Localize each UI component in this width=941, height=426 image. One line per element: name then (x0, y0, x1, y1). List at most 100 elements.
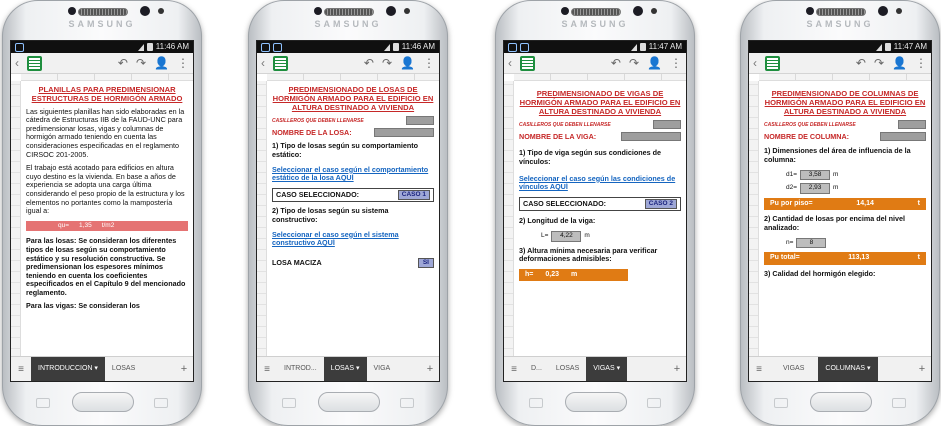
row-header[interactable] (749, 81, 759, 381)
redo-icon[interactable]: ↷ (136, 56, 146, 70)
n-field[interactable]: n= 8 (786, 237, 926, 249)
name-row[interactable]: NOMBRE DE COLUMNA: (764, 132, 926, 142)
row-header[interactable] (257, 81, 267, 381)
column-header[interactable] (759, 74, 931, 81)
name-input[interactable] (880, 132, 926, 142)
question-3[interactable]: 3) Calidad del hormigón elegido: (764, 269, 926, 279)
tab-losas[interactable]: LOSAS (549, 357, 586, 381)
load-row[interactable]: qu= 1,35 t/m2 (26, 220, 188, 232)
intro-paragraph[interactable]: El trabajo está acotado para edificios e… (26, 163, 188, 216)
d1-field[interactable]: d1= 3,58 m (786, 169, 926, 181)
select-case-link[interactable]: Seleccionar el caso según el comportamie… (272, 165, 434, 183)
more-vert-icon[interactable]: ⋮ (915, 56, 927, 70)
add-person-icon[interactable]: 👤 (400, 56, 415, 70)
more-vert-icon[interactable]: ⋮ (177, 56, 189, 70)
sheets-icon[interactable] (520, 55, 535, 71)
undo-icon[interactable]: ↶ (611, 56, 621, 70)
back-key-icon[interactable] (400, 398, 414, 408)
name-input[interactable] (621, 132, 681, 142)
length-value[interactable]: 4,22 (551, 230, 582, 242)
n-value[interactable]: 8 (796, 237, 827, 249)
sheet-list-icon[interactable]: ≡ (504, 364, 524, 375)
home-button[interactable] (565, 392, 627, 412)
d2-value[interactable]: 2,93 (800, 183, 831, 194)
spreadsheet-grid[interactable]: PLANILLAS PARA PREDIMENSIONAR ESTRUCTURA… (11, 81, 193, 381)
height-result[interactable]: h= 0,23 m (519, 268, 629, 282)
menu-key-icon[interactable] (774, 398, 788, 408)
add-person-icon[interactable]: 👤 (154, 56, 169, 70)
column-header[interactable] (267, 74, 439, 81)
tab-vigas[interactable]: VIGAS ▾ (586, 357, 628, 381)
question-1[interactable]: 1) Tipo de losas según su comportamiento… (272, 142, 434, 159)
spreadsheet-grid[interactable]: PREDIMENSIONADO DE LOSAS DE HORMIGÓN ARM… (257, 81, 439, 381)
tab-vigas[interactable]: VIGAS (769, 357, 818, 381)
pu-total-result[interactable]: Pu total= 113,13 t (764, 252, 926, 265)
tab-losas[interactable]: LOSAS (105, 357, 142, 381)
sheet-list-icon[interactable]: ≡ (11, 364, 31, 375)
more-vert-icon[interactable]: ⋮ (423, 56, 435, 70)
home-button[interactable] (810, 392, 872, 412)
add-person-icon[interactable]: 👤 (647, 56, 662, 70)
back-key-icon[interactable] (647, 398, 661, 408)
select-system-link[interactable]: Seleccionar el caso según el sistema con… (272, 230, 434, 248)
redo-icon[interactable]: ↷ (874, 56, 884, 70)
fill-note-row[interactable]: CASILLEROS QUE DEBEN LLENARSE (519, 120, 681, 130)
sheet-list-icon[interactable]: ≡ (749, 364, 769, 375)
question-2[interactable]: 2) Tipo de losas según su sistema constr… (272, 207, 434, 224)
question-2[interactable]: 2) Longitud de la viga: (519, 217, 681, 226)
name-row[interactable]: NOMBRE DE LA LOSA: (272, 128, 434, 138)
menu-key-icon[interactable] (36, 398, 50, 408)
tab-vigas[interactable]: VIGA (367, 357, 398, 381)
column-header[interactable] (21, 74, 193, 81)
back-key-icon[interactable] (892, 398, 906, 408)
spreadsheet-grid[interactable]: PREDIMENSIONADO DE COLUMNAS DE HORMIGÓN … (749, 81, 931, 381)
column-header[interactable] (514, 74, 686, 81)
undo-icon[interactable]: ↶ (364, 56, 374, 70)
d1-value[interactable]: 3,58 (800, 169, 831, 181)
d2-field[interactable]: d2= 2,93 m (786, 183, 926, 194)
back-chevron-icon[interactable]: ‹ (261, 56, 265, 70)
more-vert-icon[interactable]: ⋮ (670, 56, 682, 70)
row-header[interactable] (504, 81, 514, 381)
add-person-icon[interactable]: 👤 (892, 56, 907, 70)
add-sheet-icon[interactable]: + (913, 363, 931, 375)
tab-columnas[interactable]: COLUMNAS ▾ (818, 357, 878, 381)
tab-introduccion[interactable]: D... (524, 357, 549, 381)
fill-note-row[interactable]: CASILLEROS QUE DEBEN LLENARSE (764, 120, 926, 130)
name-input[interactable] (374, 128, 434, 138)
selected-case-row[interactable]: CASO SELECCIONADO: CASO 2 (519, 196, 681, 212)
row-header[interactable] (11, 81, 21, 381)
selected-case-row[interactable]: CASO SELECCIONADO: CASO 1 (272, 187, 434, 203)
add-sheet-icon[interactable]: + (668, 363, 686, 375)
question-3[interactable]: 3) Altura mínima necesaria para verifica… (519, 246, 681, 264)
tab-losas[interactable]: LOSAS ▾ (323, 357, 367, 381)
undo-icon[interactable]: ↶ (118, 56, 128, 70)
sheet-title[interactable]: PREDIMENSIONADO DE COLUMNAS DE HORMIGÓN … (764, 89, 926, 116)
redo-icon[interactable]: ↷ (629, 56, 639, 70)
back-chevron-icon[interactable]: ‹ (753, 56, 757, 70)
losas-paragraph[interactable]: Para las losas: Se consideran los difere… (26, 237, 188, 297)
sheet-title[interactable]: PLANILLAS PARA PREDIMENSIONAR ESTRUCTURA… (26, 85, 188, 104)
fill-note-row[interactable]: CASILLEROS QUE DEBEN LLENARSE (272, 116, 434, 126)
add-sheet-icon[interactable]: + (175, 363, 193, 375)
back-chevron-icon[interactable]: ‹ (15, 56, 19, 70)
length-field[interactable]: L= 4,22 m (541, 230, 681, 242)
tab-introduccion[interactable]: INTRODUCCION ▾ (31, 357, 105, 381)
intro-paragraph[interactable]: Las siguientes planillas han sido elabor… (26, 107, 188, 160)
home-button[interactable] (318, 392, 380, 412)
select-case-link[interactable]: Seleccionar el caso según las condicione… (519, 174, 681, 192)
add-sheet-icon[interactable]: + (421, 363, 439, 375)
question-1[interactable]: 1) Dimensiones del área de influencia de… (764, 147, 926, 164)
back-key-icon[interactable] (154, 398, 168, 408)
tab-introduccion[interactable]: INTROD... (277, 357, 324, 381)
undo-icon[interactable]: ↶ (856, 56, 866, 70)
menu-key-icon[interactable] (529, 398, 543, 408)
sheets-icon[interactable] (765, 55, 780, 71)
spreadsheet-grid[interactable]: PREDIMENSIONADO DE VIGAS DE HORMIGÓN ARM… (504, 81, 686, 381)
sheet-title[interactable]: PREDIMENSIONADO DE VIGAS DE HORMIGÓN ARM… (519, 89, 681, 116)
menu-key-icon[interactable] (282, 398, 296, 408)
sheet-title[interactable]: PREDIMENSIONADO DE LOSAS DE HORMIGÓN ARM… (272, 85, 434, 112)
question-1[interactable]: 1) Tipo de viga según sus condiciones de… (519, 149, 681, 166)
redo-icon[interactable]: ↷ (382, 56, 392, 70)
name-row[interactable]: NOMBRE DE LA VIGA: (519, 132, 681, 142)
